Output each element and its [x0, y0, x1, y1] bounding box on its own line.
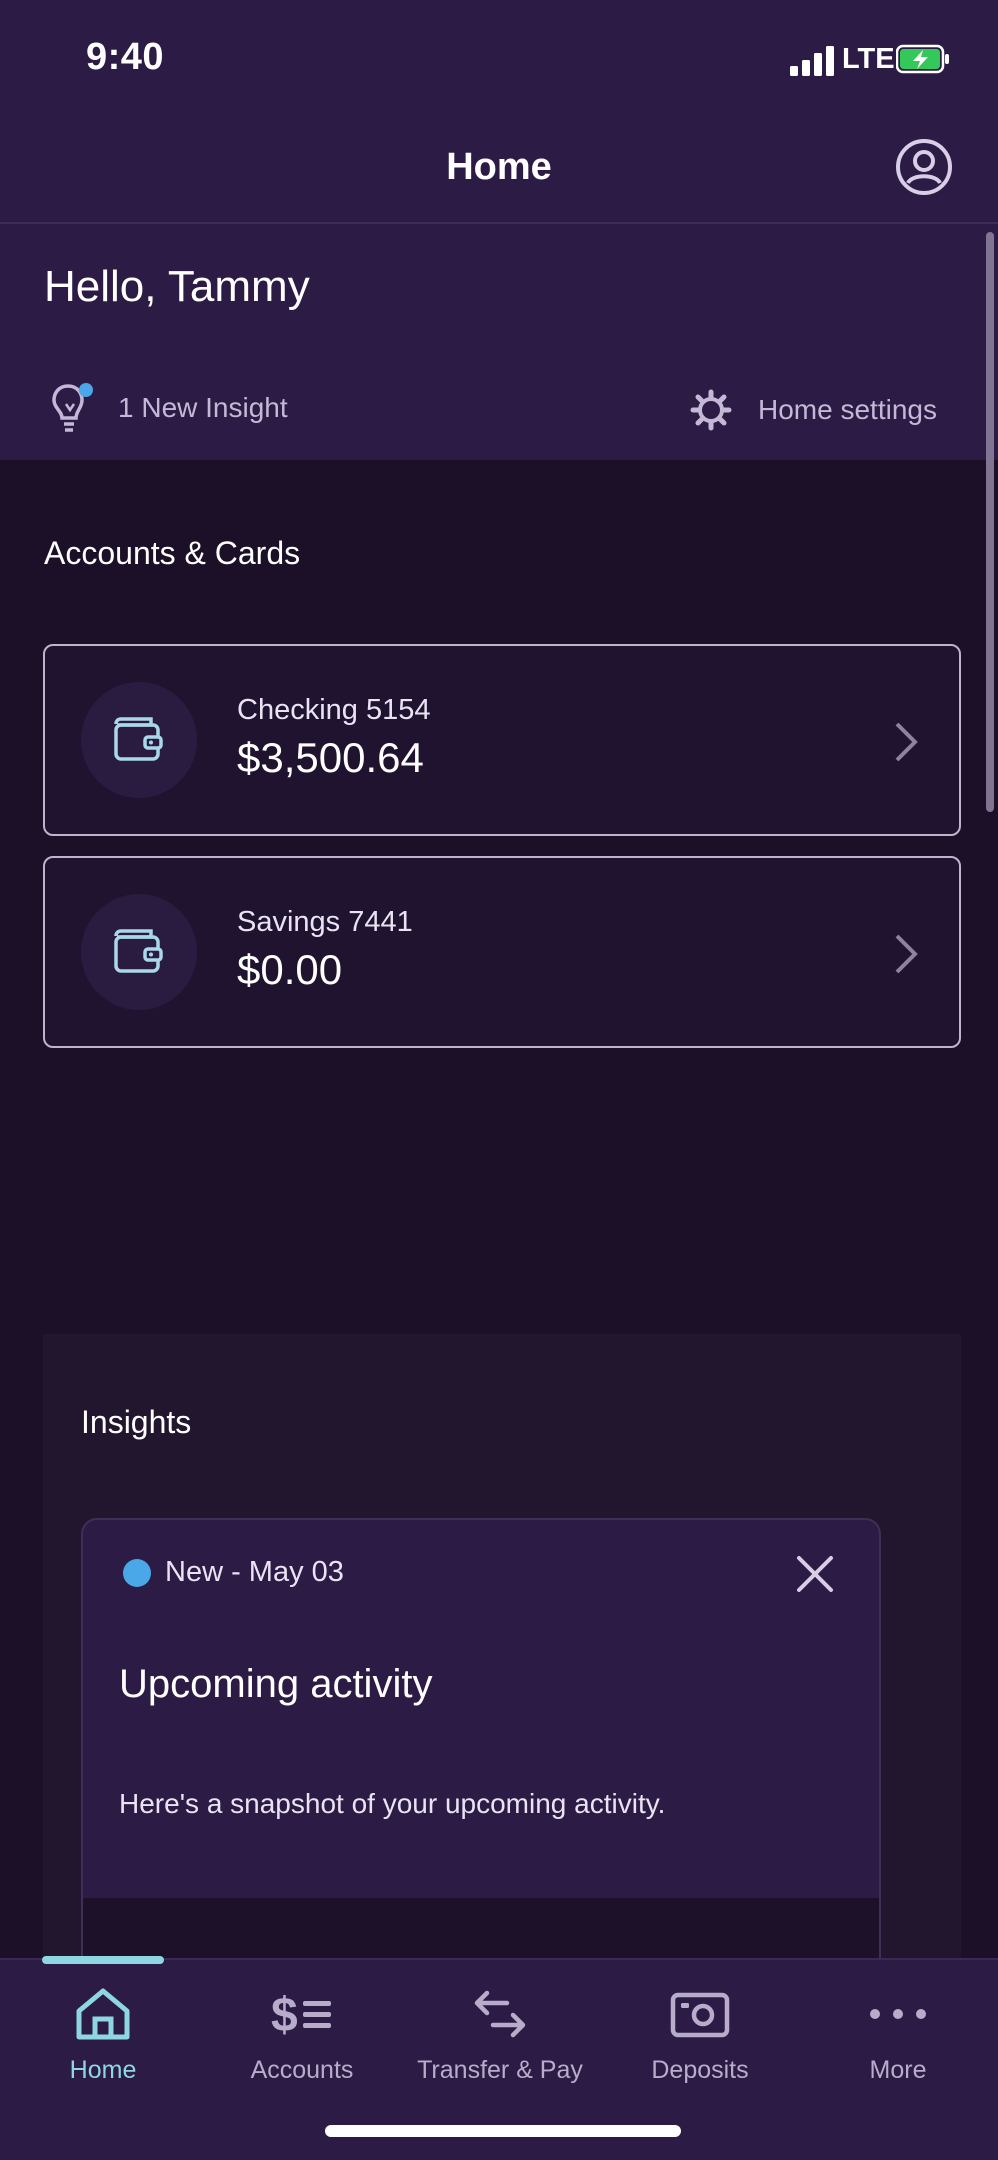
transfer-arrows-icon [474, 1990, 526, 2038]
status-bar: 9:40 LTE [0, 0, 998, 120]
tab-home[interactable]: Home [3, 1984, 203, 2104]
tab-label: Home [69, 2056, 137, 2084]
account-balance: $0.00 [237, 946, 343, 993]
chevron-right-icon [895, 934, 918, 974]
gear-icon [690, 389, 732, 431]
account-balance: $3,500.64 [237, 734, 424, 781]
new-insight-link[interactable]: 1 New Insight [50, 380, 288, 436]
insight-date: New - May 03 [165, 1556, 344, 1588]
insight-title: Upcoming activity [119, 1662, 433, 1706]
profile-icon [896, 139, 952, 195]
profile-button[interactable] [894, 137, 954, 197]
account-name: Checking 5154 [237, 694, 431, 726]
home-indicator[interactable] [325, 2125, 681, 2137]
account-icon-wrap [81, 894, 197, 1010]
header-divider [0, 222, 998, 224]
tab-transfer-pay[interactable]: Transfer & Pay [400, 1984, 600, 2104]
svg-text:$: $ [271, 1989, 298, 2042]
tab-label: Accounts [250, 2056, 354, 2084]
greeting: Hello, Tammy [44, 262, 310, 311]
wallet-icon [114, 717, 163, 761]
accounts-section-title: Accounts & Cards [44, 535, 301, 571]
home-settings-label: Home settings [758, 394, 937, 425]
insight-description: Here's a snapshot of your upcoming activ… [119, 1788, 666, 1819]
account-card-checking[interactable]: Checking 5154 $3,500.64 [43, 644, 961, 836]
home-header: Home Hello, Tammy 1 New Insight Home set… [0, 120, 998, 460]
home-icon [76, 1988, 130, 2040]
network-type: LTE [842, 43, 895, 75]
account-icon-wrap [81, 682, 197, 798]
tab-deposits[interactable]: Deposits [600, 1984, 800, 2104]
tab-label: Deposits [651, 2056, 749, 2084]
account-card-savings[interactable]: Savings 7441 $0.00 [43, 856, 961, 1048]
signal-strength-icon [790, 46, 834, 76]
scrollbar[interactable] [986, 232, 994, 812]
home-settings-link[interactable]: Home settings [690, 382, 937, 438]
dollar-list-icon: $ [271, 1989, 331, 2042]
wallet-icon [114, 929, 163, 973]
tab-more[interactable]: More [798, 1984, 998, 2104]
chevron-right-icon [895, 722, 918, 762]
camera-check-icon [670, 1992, 730, 2038]
close-icon[interactable] [793, 1552, 837, 1596]
new-indicator-dot [123, 1558, 151, 1587]
page-title: Home [446, 146, 552, 188]
insights-section-title: Insights [81, 1404, 192, 1440]
insight-meta: New - May 03 [123, 1556, 344, 1589]
account-name: Savings 7441 [237, 906, 413, 938]
status-time: 9:40 [86, 36, 165, 78]
more-dots-icon [870, 2009, 926, 2019]
battery-charging-icon [896, 44, 949, 74]
lightbulb-icon [52, 383, 93, 432]
new-insight-label: 1 New Insight [118, 392, 288, 423]
tab-label: Transfer & Pay [417, 2056, 583, 2084]
tab-label: More [869, 2056, 927, 2084]
tab-accounts[interactable]: $ Accounts [202, 1984, 402, 2104]
active-tab-indicator [42, 1956, 164, 1964]
